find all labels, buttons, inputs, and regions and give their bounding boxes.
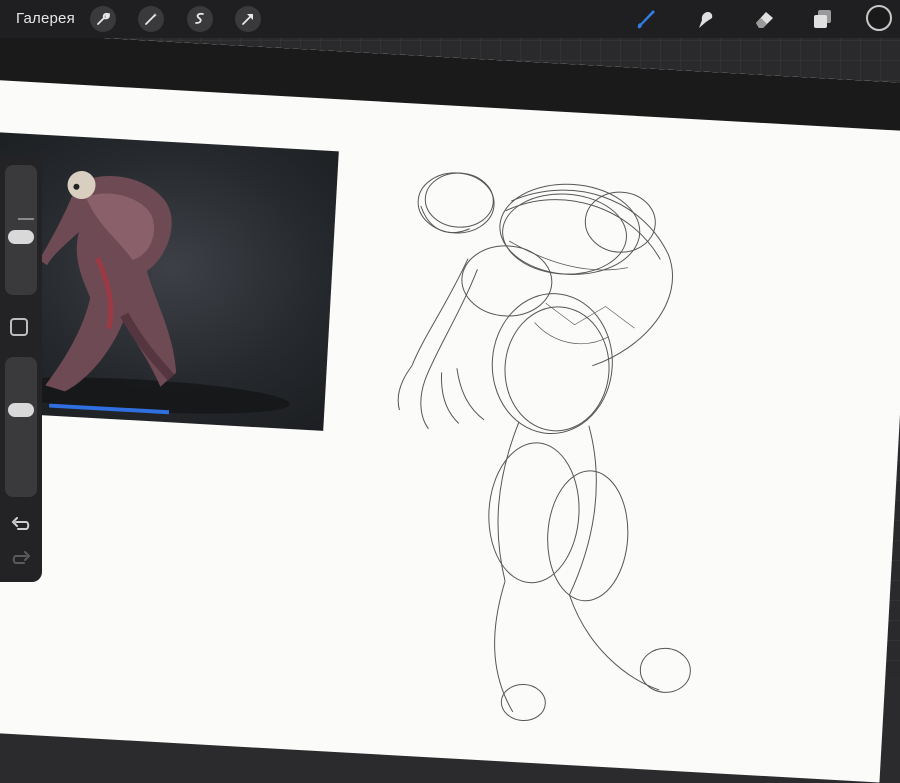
eraser-icon xyxy=(756,12,773,28)
slider-tick xyxy=(18,218,34,220)
magic-wand-icon xyxy=(145,13,157,25)
color-picker-swatch[interactable] xyxy=(866,5,892,31)
smudge-tool[interactable] xyxy=(691,5,719,33)
redo-icon xyxy=(12,551,31,564)
layers-tool[interactable] xyxy=(808,5,836,33)
layers-icon xyxy=(814,10,831,28)
smudge-icon xyxy=(699,12,713,28)
brush-tool[interactable] xyxy=(632,5,660,33)
opacity-thumb[interactable] xyxy=(8,403,34,417)
gallery-button[interactable]: Галерея xyxy=(16,10,75,27)
actions-button[interactable] xyxy=(90,6,116,32)
undo-icon xyxy=(11,517,30,530)
transform-arrow-icon xyxy=(242,14,253,25)
left-sidebar xyxy=(0,155,42,582)
brush-size-thumb[interactable] xyxy=(8,230,34,244)
wrench-icon xyxy=(97,12,110,25)
undo-button[interactable] xyxy=(10,517,32,535)
brush-size-slider[interactable] xyxy=(5,165,37,295)
transform-button[interactable] xyxy=(235,6,261,32)
top-toolbar: Галерея xyxy=(0,0,900,38)
eraser-tool[interactable] xyxy=(750,5,778,33)
selection-icon xyxy=(195,12,204,24)
pencil-sketch xyxy=(397,172,691,722)
drawing-canvas[interactable] xyxy=(0,30,900,783)
adjustments-button[interactable] xyxy=(138,6,164,32)
modify-button[interactable] xyxy=(10,318,28,336)
selection-button[interactable] xyxy=(187,6,213,32)
redo-button[interactable] xyxy=(10,551,32,569)
brush-icon xyxy=(637,10,655,29)
opacity-slider[interactable] xyxy=(5,357,37,497)
